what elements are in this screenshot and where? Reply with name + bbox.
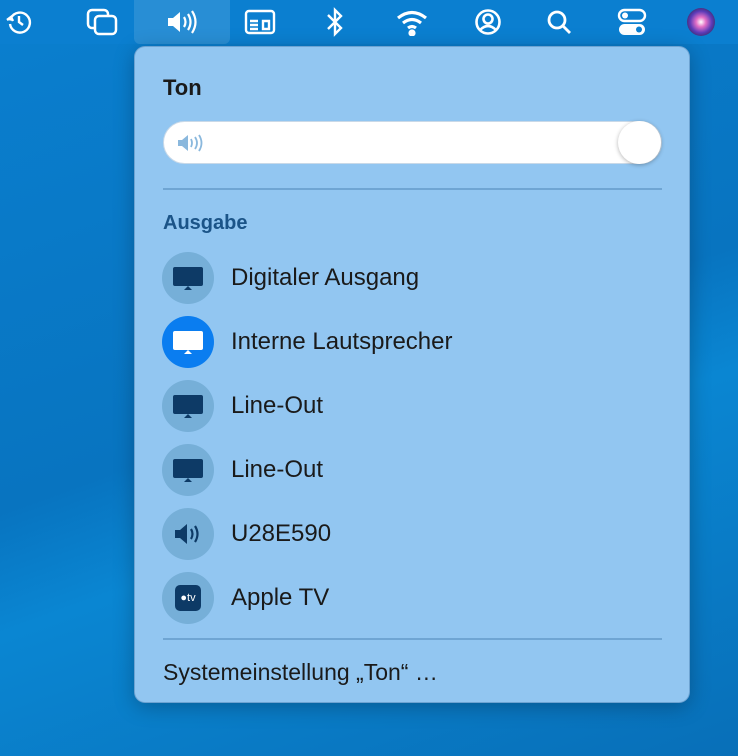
screen-mirroring-icon[interactable] — [72, 0, 132, 44]
speaker-icon — [178, 134, 203, 152]
apple-tv-icon: ● tv — [162, 572, 214, 624]
sound-icon[interactable] — [134, 0, 230, 44]
control-center-icon[interactable] — [602, 0, 662, 44]
apple-tv-badge: ● tv — [175, 585, 201, 611]
display-icon — [162, 380, 214, 432]
display-icon — [162, 252, 214, 304]
output-device-apple-tv[interactable]: ● tv Apple TV — [162, 572, 662, 624]
volume-slider-knob[interactable] — [618, 121, 661, 164]
output-device-u28e590[interactable]: U28E590 — [162, 508, 662, 560]
device-label: U28E590 — [231, 520, 332, 547]
device-label: Line-Out — [231, 392, 324, 419]
display-icon — [162, 444, 214, 496]
output-device-line-out[interactable]: Line-Out — [162, 380, 662, 432]
output-device-internal-speakers[interactable]: Interne Lautsprecher — [162, 316, 662, 368]
user-icon[interactable] — [458, 0, 518, 44]
divider — [163, 188, 662, 190]
bluetooth-icon[interactable] — [305, 0, 365, 44]
menu-bar — [0, 0, 738, 44]
wifi-icon[interactable] — [382, 0, 442, 44]
siri-icon[interactable] — [671, 0, 731, 44]
panel-title: Ton — [163, 75, 202, 100]
keyboard-viewer-icon[interactable] — [230, 0, 290, 44]
volume-slider[interactable] — [163, 121, 662, 164]
device-label: Digitaler Ausgang — [231, 264, 420, 291]
device-label: Interne Lautsprecher — [231, 328, 453, 355]
output-device-line-out-2[interactable]: Line-Out — [162, 444, 662, 496]
output-device-digital[interactable]: Digitaler Ausgang — [162, 252, 662, 304]
divider — [163, 638, 662, 640]
output-section-heading: Ausgabe — [163, 212, 248, 234]
device-label: Line-Out — [231, 456, 324, 483]
device-label: Apple TV — [231, 584, 330, 611]
sound-preferences-link[interactable]: Systemeinstellung „Ton“ … — [163, 659, 438, 686]
time-machine-icon[interactable] — [0, 0, 49, 44]
display-icon — [162, 316, 214, 368]
speaker-icon — [162, 508, 214, 560]
search-icon[interactable] — [529, 0, 589, 44]
sound-panel: Ton Ausgabe Digitaler Ausgang Interne La… — [134, 46, 690, 703]
